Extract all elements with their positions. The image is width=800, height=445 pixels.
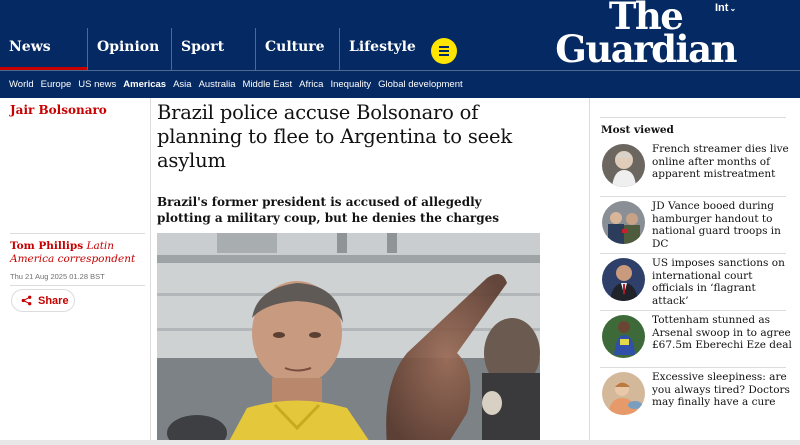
pillar-label: Sport (181, 39, 225, 55)
bottom-scroll-strip (0, 440, 800, 445)
subnav-item-australia[interactable]: Australia (199, 79, 236, 90)
pillar-lifestyle[interactable]: Lifestyle (339, 28, 423, 70)
most-viewed-divider (600, 310, 786, 311)
author-name[interactable]: Tom Phillips (10, 240, 83, 252)
hamburger-icon (439, 46, 449, 48)
dateline: Thu 21 Aug 2025 01.28 BST (10, 272, 105, 281)
guardian-logo[interactable]: The Guardian (555, 0, 737, 71)
most-viewed-thumbnail (602, 258, 645, 301)
subnav-item-inequality[interactable]: Inequality (330, 79, 371, 90)
subnav: World Europe US news Americas Asia Austr… (9, 79, 470, 90)
subnav-item-global-development[interactable]: Global development (378, 79, 463, 90)
most-viewed-divider (600, 367, 786, 368)
most-viewed-thumbnail (602, 372, 645, 415)
hamburger-icon-bar (439, 50, 449, 52)
pillar-label: Lifestyle (349, 39, 416, 55)
article-standfirst: Brazil's former president is accused of … (157, 195, 500, 225)
pillar-nav: News Opinion Sport Culture Lifestyle (0, 28, 423, 70)
pillar-label: Opinion (97, 39, 160, 55)
subnav-item-world[interactable]: World (9, 79, 34, 90)
hero-photo (157, 233, 540, 445)
pillar-sport[interactable]: Sport (171, 28, 255, 70)
hamburger-icon-bar (439, 54, 449, 56)
article-headline: Brazil police accuse Bolsonaro of planni… (157, 101, 512, 172)
column-divider-right (589, 98, 590, 445)
subnav-item-africa[interactable]: Africa (299, 79, 323, 90)
series-label[interactable]: Jair Bolsonaro (10, 103, 107, 117)
share-icon (21, 295, 32, 306)
most-viewed-divider (600, 196, 786, 197)
share-button[interactable]: Share (11, 289, 75, 312)
most-viewed-thumbnail (602, 201, 645, 244)
most-viewed-rule (600, 117, 786, 118)
subnav-item-europe[interactable]: Europe (41, 79, 72, 90)
most-viewed-thumbnail (602, 144, 645, 187)
share-label: Share (38, 294, 69, 307)
menu-button[interactable] (431, 38, 457, 64)
logo-line-guardian: Guardian (555, 27, 737, 71)
subnav-item-americas[interactable]: Americas (123, 79, 166, 90)
byline-divider (10, 233, 145, 234)
pillar-opinion[interactable]: Opinion (87, 28, 171, 70)
pillar-label: News (9, 39, 51, 55)
most-viewed-headline: French streamer dies live online after m… (652, 143, 789, 180)
most-viewed-headline: Tottenham stunned as Arsenal swoop in to… (652, 314, 792, 351)
most-viewed-divider (600, 253, 786, 254)
most-viewed-headline: US imposes sanctions on international co… (652, 257, 785, 307)
subnav-item-asia[interactable]: Asia (173, 79, 191, 90)
dateline-divider (10, 285, 145, 286)
byline: Tom Phillips Latin America correspondent (10, 240, 150, 266)
most-viewed-headline: JD Vance booed during hamburger handout … (652, 200, 781, 250)
column-divider-left (150, 98, 151, 445)
pillar-culture[interactable]: Culture (255, 28, 339, 70)
most-viewed-thumbnail (602, 315, 645, 358)
masthead: Int⌄ The Guardian News Opinion Sport Cul… (0, 0, 800, 98)
hero-image (157, 233, 540, 445)
most-viewed-headline: Excessive sleepiness: are you always tir… (652, 371, 790, 408)
subnav-item-us-news[interactable]: US news (78, 79, 116, 90)
subnav-divider (0, 70, 800, 71)
pillar-news[interactable]: News (0, 28, 87, 70)
subnav-item-middle-east[interactable]: Middle East (243, 79, 293, 90)
most-viewed-title: Most viewed (601, 124, 674, 136)
pillar-label: Culture (265, 39, 325, 55)
